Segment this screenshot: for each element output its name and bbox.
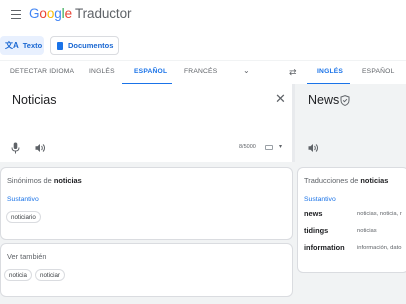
translation-word[interactable]: information (304, 243, 345, 252)
logo-letter: o (39, 6, 47, 21)
translation-synonyms[interactable]: información, dato (357, 245, 401, 251)
synonym-chip[interactable]: noticiario (6, 211, 41, 223)
synonyms-title-prefix: Sinónimos de (7, 176, 54, 185)
google-translate-logo[interactable]: Google Traductor (29, 6, 131, 21)
part-of-speech: Sustantivo (7, 196, 39, 203)
microphone-icon[interactable] (11, 142, 20, 154)
product-name: Traductor (75, 6, 132, 21)
documents-mode-label: Documentos (68, 41, 114, 50)
translations-title: Traducciones de noticias (304, 176, 388, 185)
source-lang-detect[interactable]: DETECTAR IDIOMA (10, 68, 74, 75)
logo-letter: g (54, 6, 62, 21)
translation-synonyms[interactable]: noticias, noticia, r (357, 211, 402, 217)
keyboard-icon[interactable] (265, 145, 273, 150)
target-listen-icon[interactable] (308, 143, 319, 153)
synonyms-title: Sinónimos de noticias (7, 176, 82, 185)
translate-icon: 文A (5, 41, 19, 50)
source-lang-english[interactable]: INGLÉS (89, 68, 115, 75)
translation-word[interactable]: news (304, 209, 322, 218)
source-lang-french[interactable]: FRANCÉS (184, 68, 217, 75)
text-mode-button[interactable]: 文A Texto (0, 36, 44, 55)
menu-icon[interactable] (11, 10, 21, 19)
character-count: 8/5000 (239, 144, 256, 150)
document-icon (57, 41, 63, 50)
translations-title-word: noticias (360, 176, 389, 185)
documents-mode-button[interactable]: Documentos (50, 36, 119, 55)
see-also-chip[interactable]: noticiar (35, 269, 65, 281)
translation-synonyms[interactable]: noticias (357, 228, 377, 234)
caret-down-icon[interactable]: ▾ (279, 143, 282, 150)
app-header: Google Traductor (0, 0, 406, 30)
source-lang-spanish[interactable]: ESPAÑOL (134, 68, 167, 75)
text-mode-label: Texto (22, 41, 43, 50)
see-also-chip[interactable]: noticia (4, 269, 32, 281)
logo-letter: G (29, 6, 40, 21)
translations-part-of-speech: Sustantivo (304, 196, 336, 203)
see-also-title: Ver también (7, 252, 47, 261)
translation-word[interactable]: tidings (304, 226, 328, 235)
target-lang-spanish[interactable]: ESPAÑOL (362, 68, 395, 75)
source-text[interactable]: Noticias (12, 93, 56, 107)
source-listen-icon[interactable] (35, 143, 46, 153)
translations-title-prefix: Traducciones de (304, 176, 361, 185)
close-icon[interactable]: ✕ (275, 91, 286, 107)
logo-letter: e (64, 6, 73, 21)
verified-shield-icon[interactable] (340, 95, 350, 106)
translated-text: News (308, 93, 340, 107)
target-lang-english[interactable]: INGLÉS (317, 68, 343, 75)
chevron-down-icon[interactable]: ⌄ (243, 66, 250, 75)
synonyms-title-word: noticias (53, 176, 82, 185)
swap-languages-icon[interactable]: ⇄ (289, 67, 297, 78)
